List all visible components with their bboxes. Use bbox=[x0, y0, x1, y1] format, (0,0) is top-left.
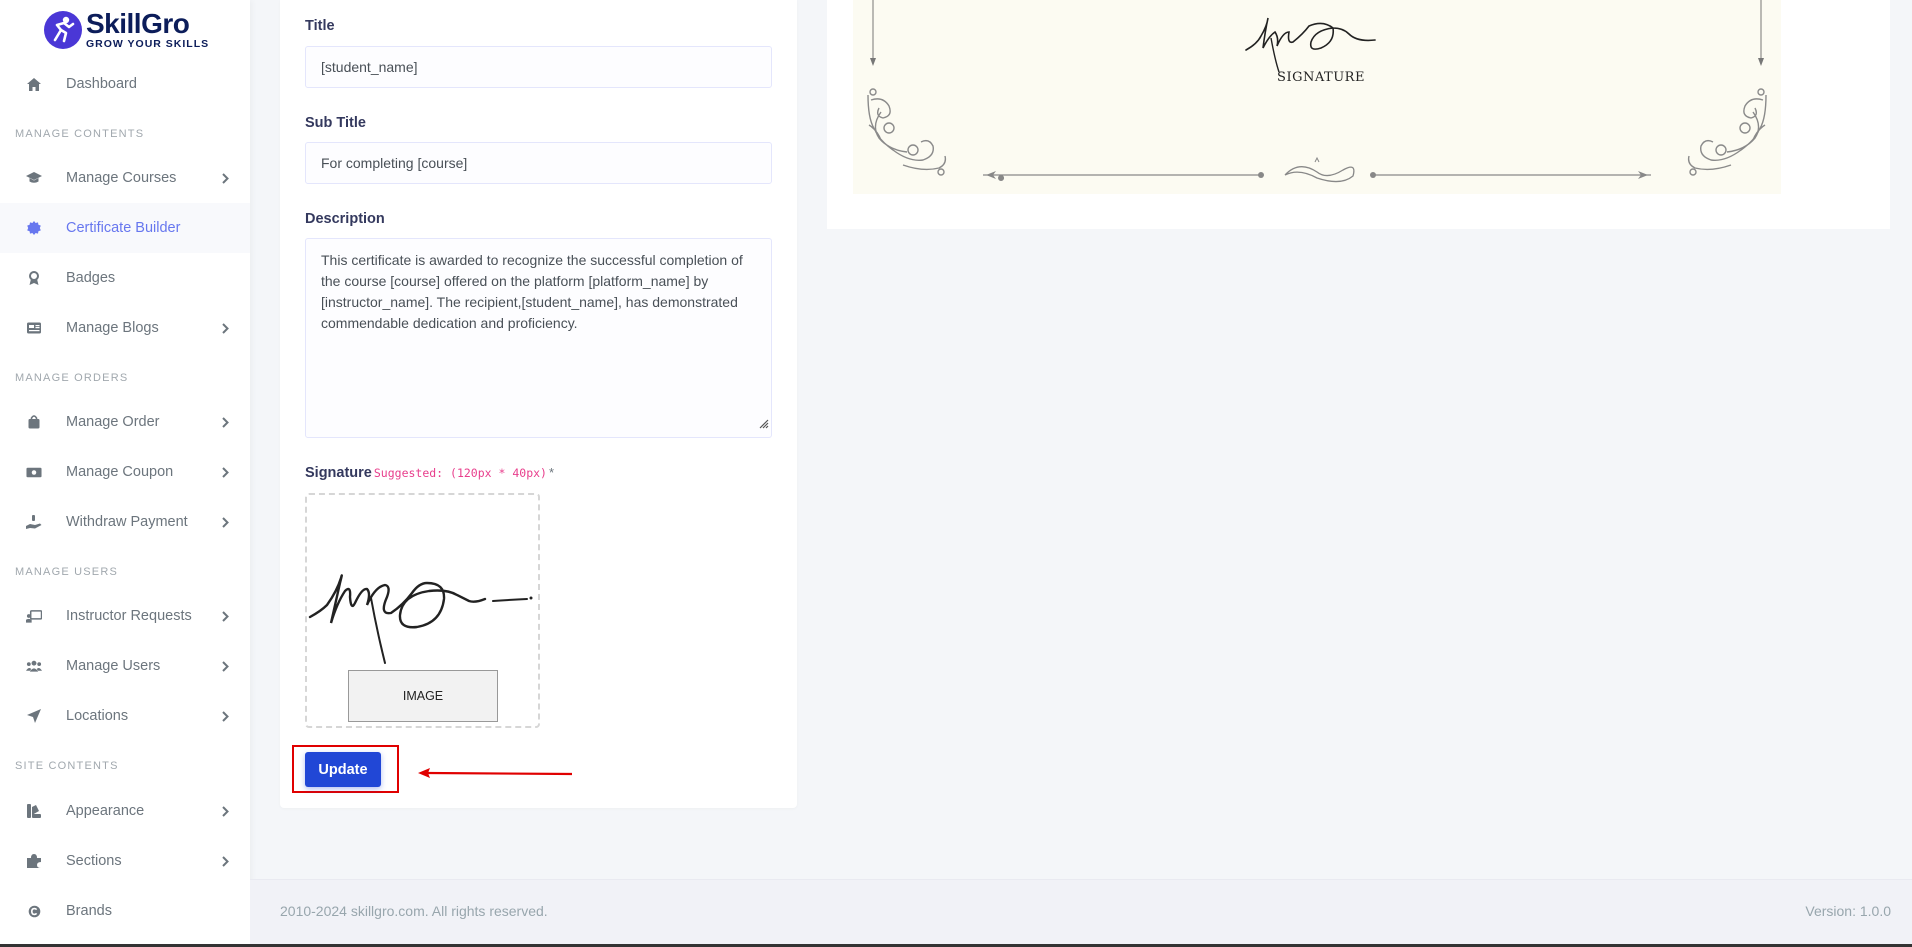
signature-preview-image bbox=[308, 574, 533, 664]
image-upload-button[interactable]: IMAGE bbox=[348, 670, 498, 722]
sidebar-section-header: MANAGE CONTENTS bbox=[15, 128, 145, 140]
sidebar-item-manage-courses[interactable]: Manage Courses bbox=[0, 153, 250, 203]
sidebar-item-locations[interactable]: Locations bbox=[0, 691, 250, 741]
sidebar-item-label: Locations bbox=[66, 708, 129, 724]
chevron-right-icon bbox=[220, 710, 230, 722]
chevron-right-icon bbox=[220, 660, 230, 672]
chevron-right-icon bbox=[220, 516, 230, 528]
sidebar-item-label: Withdraw Payment bbox=[66, 514, 188, 530]
chevron-right-icon bbox=[220, 466, 230, 478]
users-icon bbox=[26, 658, 42, 674]
required-marker: * bbox=[548, 465, 555, 480]
newspaper-icon bbox=[26, 320, 42, 336]
chevron-right-icon bbox=[220, 172, 230, 184]
sidebar-item-label: Instructor Requests bbox=[66, 608, 192, 624]
chalkboard-user-icon bbox=[26, 608, 42, 624]
home-icon bbox=[26, 76, 42, 92]
description-label: Description bbox=[305, 211, 385, 227]
signature-label-row: Signature Suggested: (120px * 40px) * bbox=[305, 465, 554, 481]
sidebar-item-dashboard[interactable]: Dashboard bbox=[0, 59, 250, 109]
sidebar-item-label: Dashboard bbox=[66, 76, 137, 92]
pointer-arrow-icon bbox=[418, 768, 573, 778]
title-input-value: [student_name] bbox=[321, 59, 418, 75]
sidebar-item-instructor-requests[interactable]: Instructor Requests bbox=[0, 591, 250, 641]
description-value: This certificate is awarded to recognize… bbox=[321, 252, 743, 331]
shopping-bag-icon bbox=[26, 414, 42, 430]
subtitle-label: Sub Title bbox=[305, 115, 366, 131]
sidebar-item-label: Certificate Builder bbox=[66, 220, 181, 236]
sidebar-item-sections[interactable]: Sections bbox=[0, 836, 250, 886]
sidebar-item-label: Manage Users bbox=[66, 658, 161, 674]
sidebar-section-header: SITE CONTENTS bbox=[15, 760, 119, 772]
title-input[interactable]: [student_name] bbox=[305, 46, 772, 88]
signature-caption: SIGNATURE bbox=[1277, 70, 1365, 85]
chevron-right-icon bbox=[220, 416, 230, 428]
sidebar-item-appearance[interactable]: Appearance bbox=[0, 786, 250, 836]
description-textarea[interactable]: This certificate is awarded to recognize… bbox=[305, 238, 772, 438]
paint-icon bbox=[26, 803, 42, 819]
footer-version: Version: 1.0.0 bbox=[1805, 903, 1891, 919]
sidebar-item-withdraw-payment[interactable]: Withdraw Payment bbox=[0, 497, 250, 547]
sidebar-item-brands[interactable]: Brands bbox=[0, 886, 250, 936]
sidebar-item-label: Manage Courses bbox=[66, 170, 177, 186]
sidebar-item-label: Manage Blogs bbox=[66, 320, 159, 336]
sidebar-item-label: Badges bbox=[66, 270, 116, 286]
logo-icon bbox=[44, 11, 82, 49]
sidebar-item-label: Appearance bbox=[66, 803, 145, 819]
hand-holding-dollar-icon bbox=[26, 514, 42, 530]
brand-tagline: GROW YOUR SKILLS bbox=[86, 38, 210, 51]
certificate-ornaments bbox=[867, 0, 1767, 183]
sidebar-item-manage-blogs[interactable]: Manage Blogs bbox=[0, 303, 250, 353]
puzzle-icon bbox=[26, 853, 42, 869]
chevron-right-icon bbox=[220, 610, 230, 622]
title-label: Title bbox=[305, 18, 335, 34]
sidebar-item-label: Manage Coupon bbox=[66, 464, 174, 480]
sidebar: SkillGro GROW YOUR SKILLS Dashboard MANA… bbox=[0, 0, 250, 947]
sidebar-item-manage-coupon[interactable]: Manage Coupon bbox=[0, 447, 250, 497]
award-icon bbox=[26, 270, 42, 286]
sidebar-item-manage-users[interactable]: Manage Users bbox=[0, 641, 250, 691]
certificate-icon bbox=[26, 220, 42, 236]
footer-copyright: 2010-2024 skillgro.com. All rights reser… bbox=[280, 903, 548, 919]
subtitle-input[interactable]: For completing [course] bbox=[305, 142, 772, 184]
signature-label: Signature bbox=[305, 465, 372, 481]
chevron-right-icon bbox=[220, 322, 230, 334]
signature-size-hint: Suggested: (120px * 40px) bbox=[373, 466, 547, 480]
copyright-icon bbox=[26, 903, 42, 919]
resize-handle-icon[interactable] bbox=[757, 414, 769, 435]
graduation-cap-icon bbox=[26, 170, 42, 186]
footer: 2010-2024 skillgro.com. All rights reser… bbox=[250, 879, 1912, 945]
sidebar-item-manage-order[interactable]: Manage Order bbox=[0, 397, 250, 447]
brand-logo[interactable]: SkillGro GROW YOUR SKILLS bbox=[44, 8, 209, 52]
sidebar-item-label: Manage Order bbox=[66, 414, 160, 430]
sidebar-section-header: MANAGE ORDERS bbox=[15, 372, 129, 384]
certificate-preview: SIGNATURE bbox=[853, 0, 1781, 194]
update-button[interactable]: Update bbox=[305, 752, 381, 787]
chevron-right-icon bbox=[220, 855, 230, 867]
subtitle-input-value: For completing [course] bbox=[321, 155, 468, 171]
location-arrow-icon bbox=[26, 708, 42, 724]
money-bill-icon bbox=[26, 464, 42, 480]
brand-name: SkillGro bbox=[86, 8, 190, 40]
sidebar-item-badges[interactable]: Badges bbox=[0, 253, 250, 303]
sidebar-item-label: Brands bbox=[66, 903, 112, 919]
sidebar-item-label: Sections bbox=[66, 853, 122, 869]
chevron-right-icon bbox=[220, 805, 230, 817]
sidebar-item-certificate-builder[interactable]: Certificate Builder bbox=[0, 203, 250, 253]
sidebar-section-header: MANAGE USERS bbox=[15, 566, 119, 578]
